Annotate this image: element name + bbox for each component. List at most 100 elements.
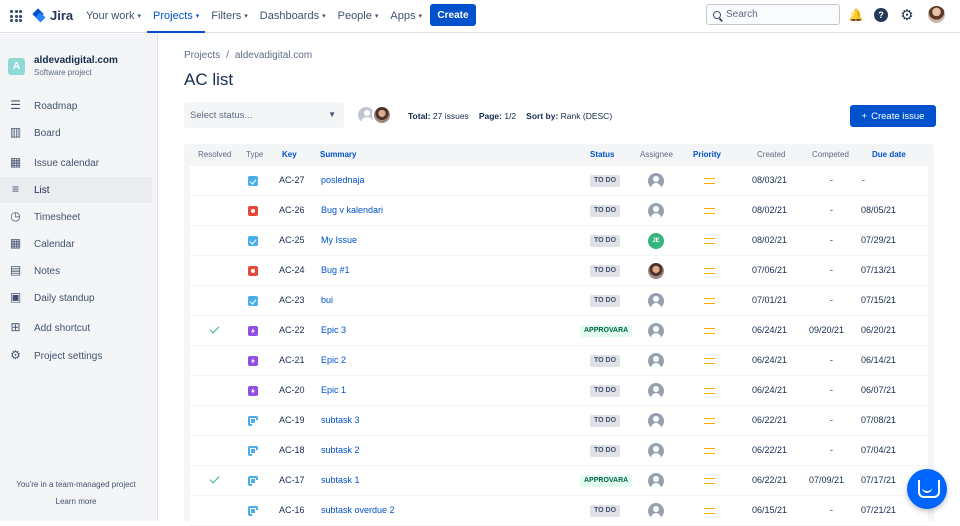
header-key[interactable]: Key [282,150,297,159]
assignee-avatar[interactable] [648,473,664,489]
sidebar-item-project-settings[interactable]: ⚙ Project settings [0,343,152,369]
issue-summary[interactable]: Bug v kalendari [321,205,383,215]
assignee-avatar[interactable] [648,203,664,219]
breadcrumb-project[interactable]: aldevadigital.com [235,50,312,61]
issue-key[interactable]: AC-22 [279,325,305,335]
status-badge[interactable]: TO DO [590,385,621,397]
table-row[interactable]: AC-26 Bug v kalendari TO DO 08/02/21 - 08/05/… [190,196,928,226]
assignee-avatar[interactable] [648,263,664,279]
sidebar-item-notes[interactable]: ▤ Notes [0,258,152,284]
sidebar-item-roadmap[interactable]: ☰ Roadmap [0,93,152,119]
assignee-avatar[interactable]: JE [648,233,664,249]
header-competed[interactable]: Competed [812,150,849,159]
status-badge[interactable]: TO DO [590,295,621,307]
status-badge[interactable]: TO DO [590,235,621,247]
table-row[interactable]: AC-27 poslednaja TO DO 08/03/21 - - [190,166,928,196]
status-badge[interactable]: APPROVARA [580,475,633,487]
status-filter-select[interactable]: Select status... ▼ [184,102,344,128]
assignee-avatar[interactable] [648,293,664,309]
user-avatar[interactable] [928,6,945,23]
create-issue-button[interactable]: + Create issue [850,105,936,127]
header-priority[interactable]: Priority [693,150,721,159]
status-badge[interactable]: TO DO [590,355,621,367]
assignee-avatar[interactable] [648,503,664,519]
header-resolved[interactable]: Resolved [198,150,231,159]
nav-filters[interactable]: Filters ▾ [205,0,253,33]
issue-key[interactable]: AC-27 [279,175,305,185]
issue-key[interactable]: AC-21 [279,355,305,365]
issue-summary[interactable]: Epic 3 [321,325,346,335]
status-badge[interactable]: TO DO [590,205,621,217]
nav-people[interactable]: People ▾ [332,0,385,33]
status-badge[interactable]: TO DO [590,415,621,427]
sidebar-item-list[interactable]: ≡ List [0,177,152,203]
nav-projects[interactable]: Projects ▾ [147,0,206,33]
issue-summary[interactable]: Epic 2 [321,355,346,365]
header-assignee[interactable]: Assignee [640,150,673,159]
issue-summary[interactable]: poslednaja [321,175,365,185]
sidebar-item-issue-calendar[interactable]: ▦ Issue calendar [0,150,152,176]
app-switcher-icon[interactable] [10,10,22,22]
table-row[interactable]: AC-20 Epic 1 TO DO 06/24/21 - 06/07/21 [190,376,928,406]
issue-key[interactable]: AC-20 [279,385,305,395]
nav-your-work[interactable]: Your work ▾ [80,0,147,33]
create-button[interactable]: Create [430,4,476,26]
issue-summary[interactable]: Bug #1 [321,265,350,275]
issue-summary[interactable]: subtask overdue 2 [321,505,395,515]
learn-more-link[interactable]: Learn more [0,497,152,506]
table-row[interactable]: AC-18 subtask 2 TO DO 06/22/21 - 07/04/21 [190,436,928,466]
assignee-avatar[interactable] [648,173,664,189]
header-summary[interactable]: Summary [320,150,356,159]
issue-summary[interactable]: bui [321,295,333,305]
issue-key[interactable]: AC-19 [279,415,305,425]
assignee-avatar[interactable] [648,353,664,369]
sidebar-item-board[interactable]: ▥ Board [0,120,152,146]
sidebar-item-add-shortcut[interactable]: ⊞ Add shortcut [0,315,152,341]
table-row[interactable]: AC-23 bui TO DO 07/01/21 - 07/15/21 [190,286,928,316]
table-row[interactable]: AC-24 Bug #1 TO DO 07/06/21 - 07/13/21 [190,256,928,286]
issue-key[interactable]: AC-25 [279,235,305,245]
issue-summary[interactable]: Epic 1 [321,385,346,395]
status-badge[interactable]: TO DO [590,505,621,517]
sidebar-item-calendar[interactable]: ▦ Calendar [0,231,152,257]
issue-key[interactable]: AC-16 [279,505,305,515]
status-badge[interactable]: TO DO [590,175,621,187]
table-row[interactable]: AC-17 subtask 1 APPROVARA 06/22/21 07/09/21 0… [190,466,928,496]
search-input[interactable]: Search [706,4,840,25]
table-row[interactable]: AC-19 subtask 3 TO DO 06/22/21 - 07/08/21 [190,406,928,436]
issue-key[interactable]: AC-23 [279,295,305,305]
table-row[interactable]: AC-22 Epic 3 APPROVARA 06/24/21 09/20/21 06/2… [190,316,928,346]
issue-key[interactable]: AC-17 [279,475,305,485]
issue-summary[interactable]: subtask 1 [321,475,360,485]
assignee-avatar[interactable] [648,323,664,339]
issue-key[interactable]: AC-24 [279,265,305,275]
status-badge[interactable]: TO DO [590,265,621,277]
status-badge[interactable]: APPROVARA [580,325,633,337]
issue-key[interactable]: AC-18 [279,445,305,455]
header-type[interactable]: Type [246,150,263,159]
sidebar-item-timesheet[interactable]: ◷ Timesheet [0,204,152,230]
header-created[interactable]: Created [757,150,785,159]
header-due-date[interactable]: Due date [872,150,906,159]
settings-gear-icon[interactable]: ⚙ [900,7,914,24]
assignee-avatar[interactable] [648,413,664,429]
table-row[interactable]: AC-21 Epic 2 TO DO 06/24/21 - 06/14/21 [190,346,928,376]
issue-summary[interactable]: subtask 2 [321,445,360,455]
project-name[interactable]: aldevadigital.com [34,55,118,66]
sidebar-item-daily-standup[interactable]: ▣ Daily standup [0,285,152,311]
table-row[interactable]: AC-25 My Issue TO DO JE 08/02/21 - 07/29/21 [190,226,928,256]
chat-support-icon[interactable] [907,469,947,509]
help-icon[interactable]: ? [874,8,888,22]
status-badge[interactable]: TO DO [590,445,621,457]
issue-summary[interactable]: My Issue [321,235,357,245]
nav-apps[interactable]: Apps ▾ [384,0,428,33]
nav-dashboards[interactable]: Dashboards ▾ [254,0,332,33]
header-status[interactable]: Status [590,150,614,159]
table-row[interactable]: AC-16 subtask overdue 2 TO DO 06/15/21 - 07/2… [190,496,928,526]
assignee-avatar[interactable] [648,383,664,399]
jira-logo[interactable]: Jira [32,8,73,23]
breadcrumb-projects[interactable]: Projects [184,50,220,61]
avatar-user-filter[interactable] [372,105,392,125]
assignee-avatar[interactable] [648,443,664,459]
issue-summary[interactable]: subtask 3 [321,415,360,425]
